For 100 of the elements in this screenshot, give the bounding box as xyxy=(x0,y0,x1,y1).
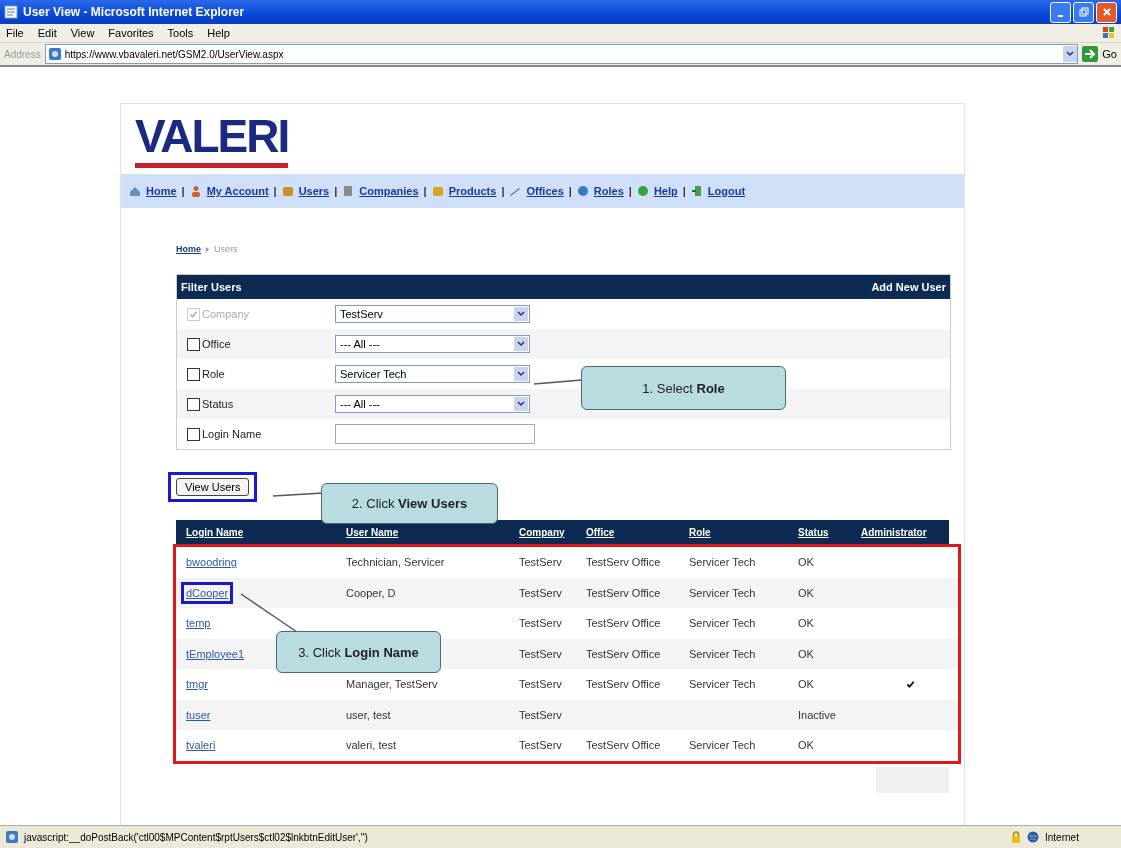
dropdown[interactable]: --- All --- xyxy=(335,335,530,353)
menu-item[interactable]: View xyxy=(70,27,95,39)
door-icon xyxy=(690,185,703,197)
checkbox[interactable] xyxy=(187,397,200,411)
column-header[interactable]: Login Name xyxy=(186,526,346,538)
dropdown-caret-icon xyxy=(514,397,528,411)
login-link[interactable]: tEmployee1 xyxy=(181,642,250,665)
nav-separator: | xyxy=(273,185,277,197)
filter-label: Role xyxy=(202,368,225,380)
login-link[interactable]: tmgr xyxy=(181,673,213,696)
home-icon xyxy=(129,185,141,197)
restore-button[interactable] xyxy=(1073,1,1094,23)
table-cell: TestServ Office xyxy=(586,647,661,660)
nav-separator: | xyxy=(628,185,632,197)
column-header[interactable]: Company xyxy=(519,526,586,538)
nav-link[interactable]: Logout xyxy=(707,185,746,197)
minimize-button[interactable] xyxy=(1050,1,1071,23)
dropdown-caret-icon xyxy=(514,367,528,381)
table-cell: OK xyxy=(798,617,814,630)
table-cell: Servicer Tech xyxy=(689,678,756,691)
windows-logo-icon xyxy=(1103,27,1115,39)
go-label[interactable]: Go xyxy=(1102,48,1117,60)
dropdown-caret-icon xyxy=(514,337,528,351)
checkbox[interactable] xyxy=(187,367,200,381)
zone-label: Internet xyxy=(1045,831,1080,843)
nav-link[interactable]: Users xyxy=(298,185,330,197)
table-cell: Servicer Tech xyxy=(689,739,756,752)
login-link[interactable]: tvaleri xyxy=(181,734,221,757)
nav-separator: | xyxy=(501,185,505,197)
check-icon xyxy=(189,309,198,319)
close-button[interactable] xyxy=(1096,1,1117,23)
nav-link[interactable]: Companies xyxy=(359,185,419,197)
nav-separator: | xyxy=(181,185,185,197)
leader-line xyxy=(273,490,323,500)
dropdown-caret-icon xyxy=(514,307,528,321)
table-cell: TestServ xyxy=(519,617,562,630)
restore-icon xyxy=(1078,7,1089,17)
table-cell: Cooper, D xyxy=(346,586,396,599)
address-field[interactable]: https://www.vbavaleri.net/GSM2.0/UserView.aspx xyxy=(44,44,1079,64)
menu-item[interactable]: File xyxy=(6,27,24,39)
status-text: javascript:__doPostBack('ctl00$MPContent$rptUsers$ctl02$lnkbtnEditUser','') xyxy=(24,831,369,843)
login-link[interactable]: temp xyxy=(181,612,216,635)
table-cell: TestServ Office xyxy=(586,617,661,630)
table-cell: TestServ xyxy=(519,678,562,691)
column-header[interactable]: User Name xyxy=(346,526,519,538)
menu-item[interactable]: Edit xyxy=(37,27,57,39)
table-cell: TestServ xyxy=(519,708,562,721)
nav-link[interactable]: My Account xyxy=(206,185,269,197)
dropdown-caret-icon[interactable] xyxy=(1063,46,1078,62)
column-header[interactable]: Role xyxy=(689,526,798,538)
breadcrumb-arrow-icon xyxy=(205,246,210,252)
nav-separator: | xyxy=(682,185,686,197)
table-cell: TestServ xyxy=(519,556,562,569)
nav-link[interactable]: Products xyxy=(448,185,497,197)
table-cell: TestServ Office xyxy=(586,739,661,752)
nav-link[interactable]: Roles xyxy=(593,185,624,197)
nav-separator: | xyxy=(568,185,572,197)
callout: 3. Click Login Name xyxy=(276,631,441,673)
table-cell: Servicer Tech xyxy=(689,556,756,569)
nav-link[interactable]: Offices xyxy=(526,185,564,197)
add-new-user-link[interactable]: Add New User xyxy=(871,281,946,293)
table-cell: OK xyxy=(798,647,814,660)
filter-label: Status xyxy=(202,398,234,410)
login-link[interactable]: bwoodring xyxy=(181,551,242,574)
box-icon xyxy=(431,185,444,197)
window-title: User View - Microsoft Internet Explorer xyxy=(23,5,245,19)
filter-label: Login Name xyxy=(202,428,262,440)
table-cell: Servicer Tech xyxy=(689,586,756,599)
filter-label: Office xyxy=(202,338,231,350)
page-icon xyxy=(6,831,18,843)
callout: 2. Click View Users xyxy=(321,483,498,524)
nav-separator: | xyxy=(423,185,427,197)
table-cell: user, test xyxy=(346,708,391,721)
logo: VALERI xyxy=(135,109,289,168)
nav-link[interactable]: Home xyxy=(146,185,177,197)
table-cell: OK xyxy=(798,739,814,752)
checkbox[interactable] xyxy=(187,337,200,351)
column-header[interactable]: Administrator xyxy=(861,526,959,538)
menu-item[interactable]: Favorites xyxy=(108,27,154,39)
table-cell: TestServ xyxy=(519,739,562,752)
menu-item[interactable]: Tools xyxy=(167,27,194,39)
input-field[interactable] xyxy=(335,424,535,444)
column-header[interactable]: Status xyxy=(798,526,861,538)
nav-link[interactable]: Help xyxy=(653,185,678,197)
table-cell: Inactive xyxy=(798,708,836,721)
table-cell: TestServ xyxy=(519,647,562,660)
login-link[interactable]: dCooper xyxy=(181,581,234,604)
go-arrow-icon[interactable] xyxy=(1082,46,1099,62)
table-cell: Servicer Tech xyxy=(689,647,756,660)
dropdown[interactable]: Servicer Tech xyxy=(335,365,530,383)
close-icon xyxy=(1101,7,1112,17)
menu-item[interactable]: Help xyxy=(207,27,230,39)
dropdown[interactable]: --- All --- xyxy=(335,395,530,413)
view-users-button[interactable]: View Users xyxy=(176,478,250,496)
breadcrumb-link[interactable]: Home xyxy=(176,244,201,254)
login-link[interactable]: tuser xyxy=(181,703,216,726)
checkbox[interactable] xyxy=(187,427,200,441)
column-header[interactable]: Office xyxy=(586,526,689,538)
breadcrumb-current: Users xyxy=(214,244,238,254)
minimize-icon xyxy=(1058,15,1063,17)
